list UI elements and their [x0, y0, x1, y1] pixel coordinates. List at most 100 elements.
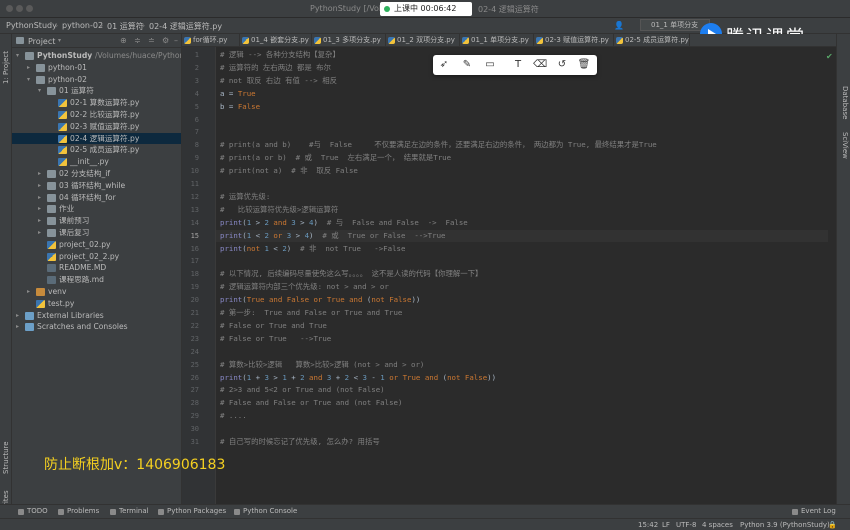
code-line[interactable]: # ....	[220, 410, 247, 423]
editor-tab[interactable]: for循环.py	[182, 34, 240, 46]
eraser-icon[interactable]: ⌫	[533, 58, 547, 72]
code-line[interactable]: # print(not a) # 非 取反 False	[220, 165, 358, 178]
tree-item[interactable]: README.MD	[12, 262, 181, 274]
breadcrumb-folder[interactable]: python-02	[62, 21, 103, 30]
undo-icon[interactable]: ↺	[555, 58, 569, 72]
project-tool-tab[interactable]: 1: Project	[2, 51, 10, 84]
hide-panel-icon[interactable]: –	[174, 36, 178, 45]
code-line[interactable]: # False or True -->True	[220, 333, 331, 346]
pen-icon[interactable]: ✎	[460, 58, 474, 72]
terminal-tool-button[interactable]: Terminal	[110, 507, 149, 515]
code-line[interactable]: print(True and False or True and (not Fa…	[220, 294, 420, 307]
tree-item[interactable]: 02-5 成员运算符.py	[12, 144, 181, 156]
python-console-tool-button[interactable]: Python Console	[234, 507, 297, 515]
code-line[interactable]: # print(a and b) #与 False 不仅要满足左边的条件，还要满…	[220, 139, 657, 152]
tree-item[interactable]: ▸ 作业	[12, 203, 181, 215]
tree-item[interactable]: ▸ 课后复习	[12, 227, 181, 239]
tree-item[interactable]: test.py	[12, 298, 181, 310]
code-line[interactable]: a = True	[220, 88, 256, 101]
code-line[interactable]: # 算数>比较>逻辑 算数>比较>逻辑 (not > and > or)	[220, 359, 424, 372]
chevron-down-icon[interactable]: ▾	[38, 85, 46, 97]
python-interpreter[interactable]: Python 3.9 (PythonStudy)	[740, 521, 830, 529]
tree-item[interactable]: ▸ python-01	[12, 62, 181, 74]
inspection-ok-icon[interactable]: ✔	[826, 52, 833, 61]
editor-tab[interactable]: 01_2 双项分支.py	[386, 34, 460, 46]
caret-position[interactable]: 15:42	[638, 521, 658, 529]
event-log-tool-button[interactable]: Event Log	[792, 507, 836, 515]
code-line[interactable]: # print(a or b) # 或 True 左右满足一个， 结果就是Tru…	[220, 152, 451, 165]
code-line[interactable]: print(not 1 < 2) # 非 not True ->False	[220, 243, 405, 256]
tree-item[interactable]: ▸ 课前预习	[12, 215, 181, 227]
tree-item[interactable]: 02-1 算数运算符.py	[12, 97, 181, 109]
chevron-down-icon[interactable]: ▾	[16, 50, 24, 62]
tree-item[interactable]: ▸ 03 循环结构_while	[12, 180, 181, 192]
tree-item[interactable]: ▾ 01 运算符	[12, 85, 181, 97]
chevron-right-icon[interactable]: ▸	[38, 215, 46, 227]
breadcrumb-project[interactable]: PythonStudy	[6, 21, 57, 30]
user-icon[interactable]: 👤	[614, 21, 624, 30]
code-line[interactable]: b = False	[220, 101, 260, 114]
expand-all-icon[interactable]: ≑	[134, 36, 141, 45]
tree-item[interactable]: ▾ python-02	[12, 74, 181, 86]
editor-tab[interactable]: 01_1 单项分支.py	[460, 34, 534, 46]
close-window-icon[interactable]	[6, 5, 13, 12]
file-encoding[interactable]: UTF-8	[676, 521, 696, 529]
tree-item[interactable]: ▸ External Libraries	[12, 310, 181, 322]
lock-icon[interactable]: 🔒	[828, 521, 837, 529]
structure-tool-tab[interactable]: Structure	[2, 441, 10, 474]
collapse-all-icon[interactable]: ≐	[148, 36, 155, 45]
database-tool-tab[interactable]: Database	[841, 86, 849, 119]
chevron-right-icon[interactable]: ▸	[27, 62, 35, 74]
code-line[interactable]: # 运算优先级:	[220, 191, 270, 204]
breadcrumb-subfolder[interactable]: 01 运算符	[107, 21, 144, 32]
python-packages-tool-button[interactable]: Python Packages	[158, 507, 226, 515]
breadcrumb-file[interactable]: 02-4 逻辑运算符.py	[149, 21, 222, 32]
editor-tab[interactable]: 01_4 嵌套分支.py	[240, 34, 312, 46]
chevron-right-icon[interactable]: ▸	[16, 310, 24, 322]
locate-icon[interactable]: ⊕	[120, 36, 127, 45]
chevron-right-icon[interactable]: ▸	[38, 203, 46, 215]
code-line[interactable]: # 自己写的时候忘记了优先级, 怎么办? 用括号	[220, 436, 380, 449]
tree-item[interactable]: ▸ 04 循环结构_for	[12, 192, 181, 204]
gear-icon[interactable]: ⚙	[162, 36, 169, 45]
sciview-tool-tab[interactable]: SciView	[841, 132, 849, 159]
code-line[interactable]: # 逻辑 --> 各种分支结构【复杂】	[220, 49, 340, 62]
minimize-window-icon[interactable]	[16, 5, 23, 12]
tree-item[interactable]: ▸ venv	[12, 286, 181, 298]
code-line[interactable]: # 2>3 and 5<2 or True and (not False)	[220, 384, 385, 397]
tree-item[interactable]: ▸ Scratches and Consoles	[12, 321, 181, 333]
text-icon[interactable]: T	[511, 58, 525, 72]
tree-item[interactable]: project_02.py	[12, 239, 181, 251]
code-line[interactable]: # False and False or True and (not False…	[220, 397, 402, 410]
chevron-right-icon[interactable]: ▸	[38, 192, 46, 204]
maximize-window-icon[interactable]	[26, 5, 33, 12]
code-editor[interactable]: # 逻辑 --> 各种分支结构【复杂】 # 运算符的 左右两边 都是 布尔 # no…	[216, 47, 836, 504]
editor-tab[interactable]: 02-3 赋值运算符.py	[534, 34, 614, 46]
rectangle-icon[interactable]: ▭	[483, 58, 497, 72]
chevron-right-icon[interactable]: ▸	[38, 227, 46, 239]
chevron-right-icon[interactable]: ▸	[38, 168, 46, 180]
delete-icon[interactable]: 🗑	[577, 58, 591, 72]
tree-item[interactable]: ▸ 02 分支结构_if	[12, 168, 181, 180]
tree-item[interactable]: project_02_2.py	[12, 251, 181, 263]
tree-item[interactable]: 02-3 赋值运算符.py	[12, 121, 181, 133]
code-line[interactable]: # 逻辑运算符内部三个优先级: not > and > or	[220, 281, 389, 294]
editor-tab[interactable]: 01_3 多项分支.py	[312, 34, 386, 46]
code-line[interactable]: # 以下情况, 后续编码尽量使免这么写。。。。 这不是人读的代码【你理解一下】	[220, 268, 482, 281]
chevron-right-icon[interactable]: ▸	[16, 321, 24, 333]
todo-tool-button[interactable]: TODO	[18, 507, 48, 515]
chevron-down-icon[interactable]: ▾	[27, 74, 35, 86]
problems-tool-button[interactable]: Problems	[58, 507, 99, 515]
code-line[interactable]: print(1 < 2 or 3 > 4) # 或 True or False …	[220, 230, 446, 243]
editor-tab[interactable]: 02-5 成员运算符.py	[614, 34, 690, 46]
tree-item[interactable]: ▾ PythonStudy/Volumes/huace/PythonS	[12, 50, 181, 62]
indent-setting[interactable]: 4 spaces	[702, 521, 733, 529]
tree-item[interactable]: 02-4 逻辑运算符.py	[12, 132, 181, 145]
tree-item[interactable]: 02-2 比较运算符.py	[12, 109, 181, 121]
chevron-down-icon[interactable]: ▾	[58, 37, 61, 44]
select-icon[interactable]: ➶	[437, 58, 451, 72]
code-line[interactable]: # not 取反 右边 有值 --> 相反	[220, 75, 337, 88]
code-line[interactable]: # 比较运算符优先级>逻辑运算符	[220, 204, 338, 217]
code-line[interactable]: print(1 > 2 and 3 > 4) # 与 False and Fal…	[220, 217, 468, 230]
line-separator[interactable]: LF	[662, 521, 670, 529]
